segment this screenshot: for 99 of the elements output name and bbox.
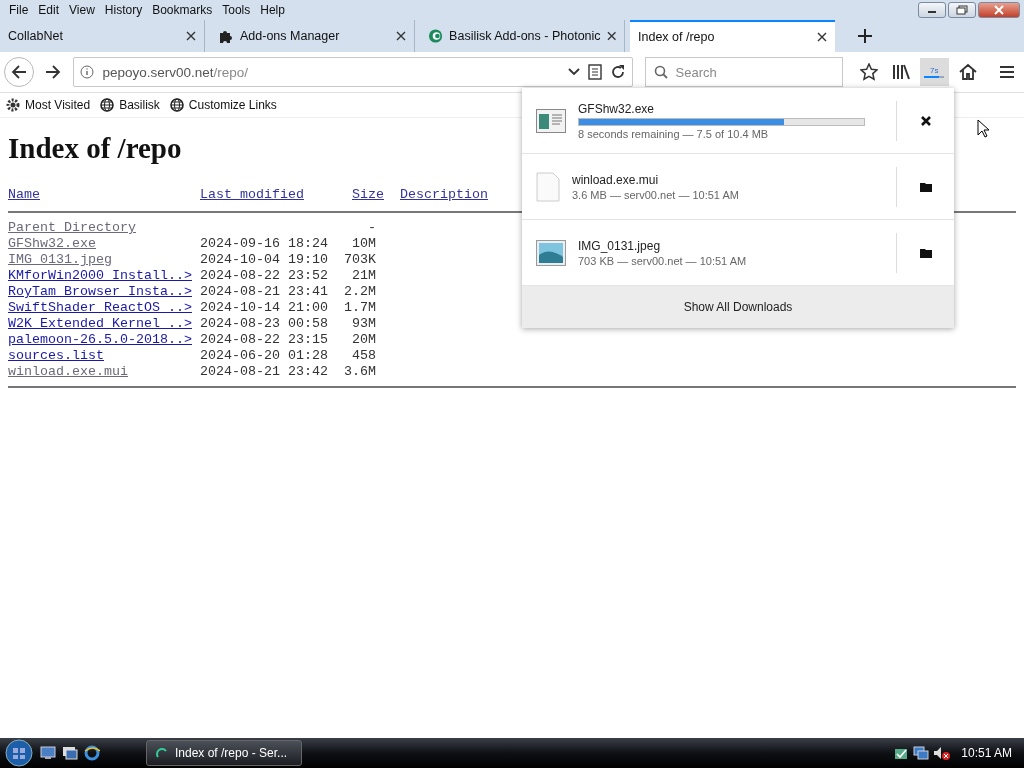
close-icon — [396, 31, 406, 41]
column-header-link[interactable]: Size — [352, 187, 384, 202]
download-filename: GFShw32.exe — [578, 101, 656, 116]
windows-switch-icon — [62, 746, 78, 760]
modified-date: 2024-10-14 21:00 — [200, 300, 328, 315]
image-icon — [536, 239, 566, 266]
info-icon — [80, 65, 95, 79]
start-orb-icon — [4, 738, 34, 768]
column-header-link[interactable]: Last modified — [200, 187, 304, 202]
swirl-icon — [428, 28, 444, 44]
modified-date: 2024-10-04 19:10 — [200, 252, 328, 267]
menu-item[interactable]: File — [4, 3, 34, 17]
forward-arrow-icon — [44, 65, 61, 79]
close-icon — [186, 31, 196, 41]
search-icon — [653, 65, 668, 79]
show-all-downloads-button[interactable]: Show All Downloads — [683, 300, 793, 314]
modified-date: 2024-08-22 23:15 — [200, 332, 328, 347]
gear-icon — [6, 98, 20, 112]
page-heading: Index of /repo — [8, 132, 182, 165]
volume-muted-icon — [933, 745, 952, 761]
folder-icon — [918, 246, 933, 259]
desktop-icon — [40, 746, 56, 760]
file-link[interactable]: RoyTam Browser Insta..> — [8, 284, 192, 299]
column-header-link[interactable]: Name — [8, 187, 40, 202]
file-link[interactable]: W2K Extended Kernel ..> — [8, 316, 192, 331]
download-status: 8 seconds remaining — 7.5 of 10.4 MB — [578, 127, 770, 140]
search-field[interactable]: Search — [644, 57, 843, 87]
ie-icon — [84, 745, 100, 761]
back-button[interactable] — [4, 57, 34, 87]
back-arrow-icon — [11, 65, 27, 79]
download-status: 3.6 MB — serv00.net — 10:51 AM — [572, 188, 740, 201]
modified-date: 2024-09-16 18:24 — [200, 236, 328, 251]
program-icon — [536, 108, 566, 133]
close-button[interactable] — [978, 2, 1020, 18]
menu-item[interactable]: Bookmarks — [147, 3, 218, 17]
minimize-button[interactable] — [918, 2, 946, 18]
download-status: 703 KB — serv00.net — 10:51 AM — [578, 254, 748, 267]
globe-icon — [169, 98, 184, 112]
file-size: 458 — [352, 348, 376, 363]
globe-icon — [100, 98, 115, 112]
restore-icon — [956, 5, 968, 15]
url-path: /repo/ — [213, 64, 249, 80]
file-size: 2.2M — [344, 284, 376, 299]
url-host: pepoyo.serv00.net — [102, 64, 214, 80]
home-icon — [958, 63, 977, 81]
menu-icon — [999, 65, 1016, 79]
reader-icon — [587, 64, 602, 80]
bookmark-item[interactable]: Customize Links — [169, 98, 277, 112]
menu-item[interactable]: View — [64, 3, 100, 17]
reload-icon — [609, 64, 626, 80]
file-link[interactable]: IMG_0131.jpeg — [8, 252, 112, 267]
swirl-icon — [155, 746, 169, 760]
download-filename: winload.exe.mui — [572, 172, 660, 187]
column-header-link[interactable]: Description — [400, 187, 488, 202]
file-link[interactable]: SwiftShader ReactOS ..> — [8, 300, 192, 315]
menu-item[interactable]: Help — [255, 3, 290, 17]
folder-icon — [918, 180, 933, 193]
file-size: 21M — [352, 268, 376, 283]
modified-date: 2024-08-23 00:58 — [200, 316, 328, 331]
close-icon — [606, 31, 616, 41]
file-size: 3.6M — [344, 364, 376, 379]
file-link[interactable]: GFShw32.exe — [8, 236, 96, 251]
file-link[interactable]: Parent Directory — [8, 220, 136, 235]
close-icon — [817, 32, 827, 42]
file-link[interactable]: palemoon-26.5.0-2018..> — [8, 332, 192, 347]
menu-item[interactable]: History — [99, 3, 148, 17]
maximize-button[interactable] — [948, 2, 976, 18]
puzzle-icon — [218, 28, 234, 44]
file-size: 10M — [352, 236, 376, 251]
modified-date: 2024-06-20 01:28 — [200, 348, 328, 363]
close-icon — [994, 5, 1004, 15]
menu-item[interactable]: Edit — [33, 3, 65, 17]
file-link[interactable]: KMforWin2000 Install..> — [8, 268, 192, 283]
close-icon — [919, 114, 932, 127]
clock: 10:51 AM — [961, 746, 1012, 760]
modified-date: 2024-08-22 23:52 — [200, 268, 328, 283]
taskbar-window-button[interactable]: Index of /repo - Ser... — [146, 740, 302, 766]
modified-date: 2024-08-21 23:42 — [200, 364, 328, 379]
file-link[interactable]: winload.exe.mui — [8, 364, 128, 379]
file-size: 703K — [344, 252, 376, 267]
downloads-button[interactable]: 7s — [919, 58, 949, 86]
plus-icon — [858, 29, 872, 43]
bookmark-item[interactable]: Most Visited — [6, 98, 91, 112]
menu-item[interactable]: Tools — [217, 3, 256, 17]
network-icon — [913, 745, 930, 761]
address-field[interactable]: pepoyo.serv00.net/repo/ — [73, 57, 633, 87]
document-icon — [536, 171, 560, 202]
file-link[interactable]: sources.list — [8, 348, 104, 363]
file-size: 93M — [352, 316, 376, 331]
file-size: - — [368, 220, 376, 235]
browser-tab[interactable]: Index of /repo — [630, 20, 835, 52]
library-icon — [891, 64, 910, 80]
download-filename: IMG_0131.jpeg — [578, 238, 662, 253]
bookmark-item[interactable]: Basilisk — [100, 98, 160, 112]
file-size: 1.7M — [344, 300, 376, 315]
chevron-down-icon — [567, 68, 580, 76]
file-size: 20M — [352, 332, 376, 347]
star-icon — [860, 63, 879, 81]
modified-date: 2024-08-21 23:41 — [200, 284, 328, 299]
